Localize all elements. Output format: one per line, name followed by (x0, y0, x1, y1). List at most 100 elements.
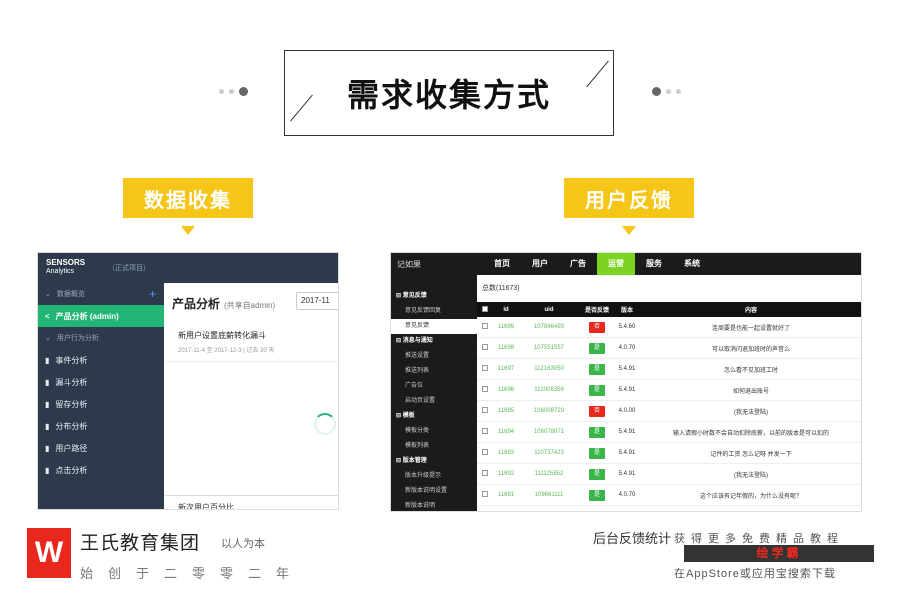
date-picker[interactable]: 2017-11 (296, 292, 338, 310)
admin-sidebar-item[interactable]: 版本升级提示 (391, 469, 477, 484)
admin-nav-tab[interactable]: 运营 (597, 253, 635, 275)
admin-nav-tab[interactable]: 广告 (559, 253, 597, 275)
watermark-line1: 获得更多免费精品教程 (674, 533, 844, 545)
sensors-sidebar-item[interactable]: ▮ 点击分析 (38, 459, 164, 481)
row-checkbox[interactable] (482, 323, 488, 329)
decor-slash-left (290, 94, 313, 122)
sensors-sidebar-item[interactable]: ▮ 漏斗分析 (38, 371, 164, 393)
feedback-status-badge: 否 (589, 321, 605, 333)
cell-id[interactable]: 11696 (493, 387, 519, 393)
admin-sidebar-item[interactable]: ⊟ 版本管理 (391, 454, 477, 469)
sidebar-item-label: 漏斗分析 (55, 377, 88, 387)
table-row[interactable]: 11699 107846493 否 5.4.60 连周要是也能一起设置就好了 (477, 317, 861, 338)
funnel-card-title[interactable]: 新用户设置底薪转化漏斗 (178, 330, 266, 341)
row-checkbox[interactable] (482, 386, 488, 392)
wangshi-name: 王氏教育集团 (80, 533, 201, 554)
table-header: id uid 是否反馈 版本 内容 (477, 302, 861, 317)
admin-main: 总数(11673) id uid 是否反馈 版本 内容 11699 107846493 否 5… (477, 275, 861, 511)
select-all-checkbox[interactable] (482, 305, 488, 312)
cell-uid[interactable]: 112006356 (519, 387, 579, 393)
loading-spinner-icon (314, 413, 336, 435)
row-checkbox[interactable] (482, 407, 488, 413)
menu-item-icon: ▮ (45, 465, 50, 475)
sensors-sidebar-item[interactable]: ▮ 事件分析 (38, 349, 164, 371)
feedback-screenshot: 记如果 首页 用户 广告 运营 服务 系统 ⊟ 意见反馈 意见反馈回复 意见反馈 ⊟ 消息与通知… (390, 252, 862, 512)
admin-sidebar-item[interactable]: 新版本说明 (391, 499, 477, 511)
cell-id[interactable]: 11694 (493, 429, 519, 435)
product-analysis-heading: 产品分析 (共享自admin) (172, 295, 275, 312)
sidebar-item-label: 产品分析 (admin) (55, 311, 119, 321)
cell-uid[interactable]: 109661111 (519, 492, 579, 498)
feedback-status-badge: 否 (589, 405, 605, 417)
cell-uid[interactable]: 107846493 (519, 324, 579, 330)
row-checkbox[interactable] (482, 344, 488, 350)
watermark-brand: 绘学霸 (684, 545, 874, 562)
feedback-status-badge: 是 (589, 426, 605, 438)
cell-uid[interactable]: 112163050 (519, 366, 579, 372)
admin-nav-tab[interactable]: 用户 (521, 253, 559, 275)
row-checkbox[interactable] (482, 491, 488, 497)
admin-sidebar-item[interactable]: 意见反馈 (391, 319, 477, 334)
feedback-status-badge: 是 (589, 342, 605, 354)
admin-sidebar-item[interactable]: ⊟ 消息与通知 (391, 334, 477, 349)
table-row[interactable]: 11698 107551557 是 4.0.70 可以取消闪退加班时的声音么 (477, 338, 861, 359)
cell-id[interactable]: 11699 (493, 324, 519, 330)
admin-sidebar-item[interactable]: 模板列表 (391, 439, 477, 454)
column-header: 是否反馈 (584, 308, 609, 314)
admin-sidebar-item[interactable]: 推送设置 (391, 349, 477, 364)
page-title: 需求收集方式 (346, 76, 551, 114)
table-row[interactable]: 11697 112163050 是 5.4.91 怎么看不见加班工时 (477, 359, 861, 380)
sensors-topbar: SENSORS Analytics （正式项目） (38, 253, 338, 283)
row-checkbox[interactable] (482, 428, 488, 434)
column-header: 内容 (744, 308, 757, 314)
feedback-status-badge: 是 (589, 447, 605, 459)
decor-slash-right (586, 60, 609, 88)
cell-id[interactable]: 11693 (493, 450, 519, 456)
cell-uid[interactable]: 111125852 (519, 471, 579, 477)
table-row[interactable]: 11691 109661111 是 4.0.70 这个应该有记年假的，为什么没有呢？ (477, 485, 861, 506)
footer-card-title: 新次用户百分比 (178, 503, 234, 510)
cell-id[interactable]: 11698 (493, 345, 519, 351)
cell-id[interactable]: 11691 (493, 492, 519, 498)
admin-sidebar-item[interactable]: ⊟ 意见反馈 (391, 289, 477, 304)
cell-uid[interactable]: 110737423 (519, 450, 579, 456)
sensors-sidebar-item[interactable]: ▮ 分布分析 (38, 415, 164, 437)
cell-version: 4.0.70 (618, 492, 636, 498)
cell-content: 输入请假小时数不会自动扣除底薪，以前的版本是可以扣的 (672, 430, 829, 437)
sensors-sidebar-item[interactable]: < 产品分析 (admin) (38, 305, 164, 327)
table-row[interactable]: 11695 106008729 否 4.0.00 (我无法登陆) (477, 401, 861, 422)
admin-sidebar-item[interactable]: 意见反馈回复 (391, 304, 477, 319)
sensors-sidebar-item[interactable]: ▮ 用户路径 (38, 437, 164, 459)
table-row[interactable]: 11696 112006356 是 5.4.91 如何退出账号 (477, 380, 861, 401)
cell-id[interactable]: 11697 (493, 366, 519, 372)
admin-sidebar-item[interactable]: 启动页设置 (391, 394, 477, 409)
cell-id[interactable]: 11695 (493, 408, 519, 414)
admin-sidebar-item[interactable]: 新版本说明设置 (391, 484, 477, 499)
row-checkbox[interactable] (482, 449, 488, 455)
right-dots (652, 87, 681, 96)
row-checkbox[interactable] (482, 365, 488, 371)
feedback-status-badge: 是 (589, 468, 605, 480)
cell-id[interactable]: 11692 (493, 471, 519, 477)
add-icon[interactable]: + (149, 287, 156, 301)
admin-sidebar-item[interactable]: ⊟ 模板 (391, 409, 477, 424)
admin-nav-tab[interactable]: 首页 (483, 253, 521, 275)
admin-sidebar-item[interactable]: 模板分类 (391, 424, 477, 439)
admin-nav-tab[interactable]: 系统 (673, 253, 711, 275)
sensors-sidebar-item[interactable]: ⌄ 数据概览 + (38, 283, 164, 305)
admin-nav-tab[interactable]: 服务 (635, 253, 673, 275)
cell-uid[interactable]: 106078071 (519, 429, 579, 435)
table-row[interactable]: 11692 111125852 是 5.4.91 (我无法登陆) (477, 464, 861, 485)
cell-uid[interactable]: 106008729 (519, 408, 579, 414)
admin-sidebar-item[interactable]: 推送列表 (391, 364, 477, 379)
sensors-sidebar-item[interactable]: ▮ 留存分析 (38, 393, 164, 415)
divider (164, 495, 338, 496)
divider (164, 361, 338, 362)
admin-sidebar-item[interactable]: 广告位 (391, 379, 477, 394)
cell-content: (我无法登陆) (734, 472, 768, 479)
cell-uid[interactable]: 107551557 (519, 345, 579, 351)
row-checkbox[interactable] (482, 470, 488, 476)
sensors-sidebar-item[interactable]: ⌄ 用户行为分析 (38, 327, 164, 349)
table-row[interactable]: 11694 106078071 是 5.4.91 输入请假小时数不会自动扣除底薪，以前的… (477, 422, 861, 443)
table-row[interactable]: 11693 110737423 是 5.4.91 记件的工资 怎么记呀 并发一下 (477, 443, 861, 464)
